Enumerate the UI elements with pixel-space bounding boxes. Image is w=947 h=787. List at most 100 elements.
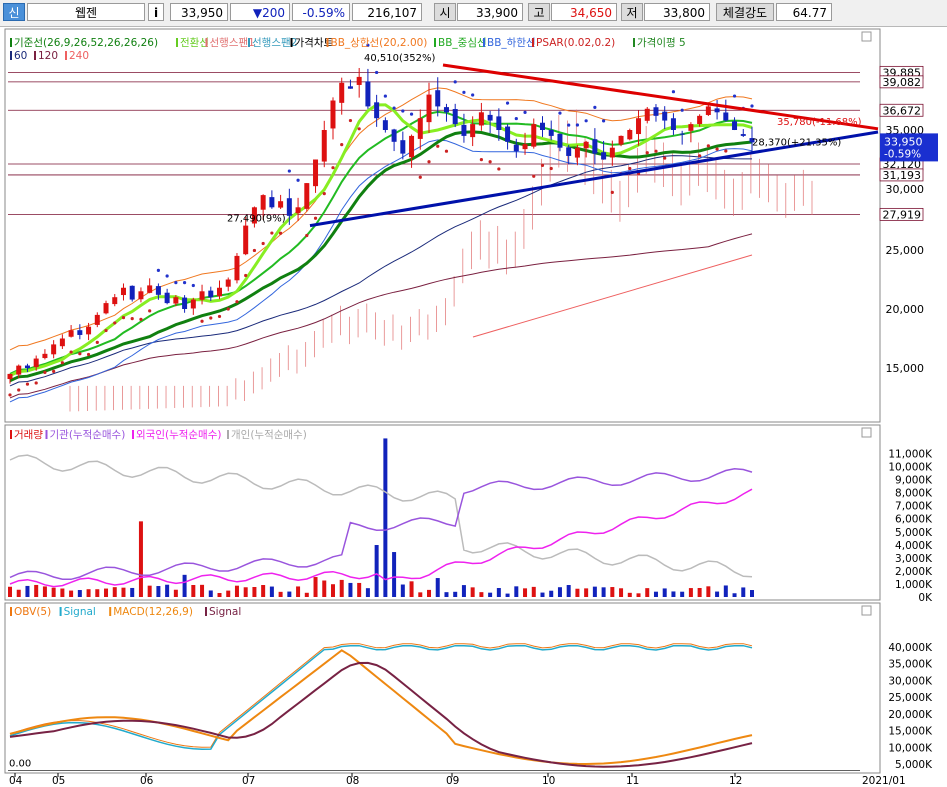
legend-marker	[434, 38, 436, 47]
psar-dot	[549, 166, 553, 171]
psar-dot	[532, 174, 536, 178]
candle-body	[147, 285, 153, 293]
volume-tick-label: 11,000K	[888, 449, 933, 461]
psar-dot	[191, 283, 195, 288]
psar-dot	[17, 388, 21, 392]
volume-bar	[750, 590, 754, 597]
candle-body	[68, 330, 74, 337]
volume-bar	[269, 586, 274, 597]
volume-bar	[261, 585, 266, 597]
price-tag-label: 39,082	[883, 76, 922, 89]
candle-body	[286, 198, 292, 216]
psar-dot	[8, 393, 12, 397]
psar-dot	[43, 370, 47, 375]
psar-dot	[270, 231, 274, 235]
indicator-panel-button[interactable]	[861, 605, 872, 616]
candle-body	[7, 373, 13, 380]
volume-bar	[619, 588, 624, 597]
volume-bar	[165, 584, 170, 597]
volume-bar	[173, 589, 178, 597]
current-price-pct: -0.59%	[884, 148, 921, 160]
legend-item-1: 전환선	[180, 37, 209, 49]
indicator-panel	[4, 602, 881, 774]
volume-bar	[531, 586, 536, 597]
volume-axis: 11,000K10,000K9,000K8,000K7,000K6,000K5,…	[888, 449, 933, 604]
psar-dot	[732, 94, 737, 98]
volume-tick-label: 7,000K	[895, 501, 933, 513]
candle-body	[321, 130, 327, 162]
volume-bar	[287, 591, 292, 597]
psar-dot	[427, 160, 431, 164]
indicator-legend-item-2: MACD(12,26,9)	[113, 606, 193, 618]
open-price: 33,900	[457, 3, 523, 21]
candle-body	[557, 133, 563, 148]
volume-bar	[104, 588, 109, 597]
price-tag-label: 36,672	[883, 104, 922, 117]
volume-legend-item-1: 기관(누적순매수)	[50, 429, 126, 441]
psar-dot	[113, 321, 117, 325]
price-tag-label: 31,193	[883, 169, 922, 182]
candle-body	[443, 107, 449, 113]
psar-dot	[313, 216, 318, 220]
volume-panel-button[interactable]	[861, 427, 872, 438]
candle-body	[295, 207, 301, 214]
candle-body	[94, 314, 100, 325]
volume-bar	[313, 577, 318, 597]
candle-body	[365, 81, 371, 107]
indicator-legend-item-1: Signal	[64, 606, 96, 618]
psar-dot	[444, 149, 449, 153]
psar-dot	[698, 154, 702, 158]
psar-dot	[602, 119, 606, 123]
candle-body	[347, 86, 353, 89]
candle-body	[662, 111, 668, 121]
x-tick-label: 12	[729, 775, 742, 787]
candle-body	[356, 76, 362, 85]
strength-label: 체결강도	[716, 3, 774, 21]
info-icon[interactable]: i	[148, 3, 164, 21]
psar-dot	[78, 352, 82, 356]
candle-body	[714, 108, 720, 113]
y-tick-label: 30,000	[886, 183, 925, 196]
legend-item-5: BB_상한선(20,2.00)	[331, 37, 428, 49]
psar-dot	[348, 118, 353, 123]
stock-name-field[interactable]: 웹젠	[27, 3, 145, 21]
candle-body	[24, 365, 30, 368]
candle-body	[618, 135, 624, 145]
psar-dot	[25, 382, 30, 386]
volume-bar	[191, 584, 196, 597]
min-annotation: 27,490(9%)	[227, 214, 286, 225]
support-annotation: 28,370(+21.35%)	[752, 138, 841, 149]
legend-marker	[532, 38, 534, 47]
candle-body	[461, 124, 467, 136]
candle-body	[260, 195, 266, 210]
psar-dot	[244, 273, 248, 278]
volume-bar	[374, 545, 379, 597]
indicator-tick-label: 30,000K	[888, 675, 933, 687]
legend-marker	[248, 38, 250, 47]
y-tick-label: 15,000	[886, 362, 925, 375]
candle-body	[592, 139, 598, 154]
candle-body	[478, 112, 484, 126]
candle-body	[609, 147, 615, 158]
volume-legend-item-3: 개인(누적순매수)	[231, 429, 307, 441]
candle-body	[86, 326, 92, 335]
volume-bar	[357, 582, 362, 597]
psar-dot	[217, 314, 222, 319]
candle-body	[740, 134, 746, 136]
volume-tick-label: 3,000K	[895, 553, 933, 565]
candle-body	[400, 140, 406, 154]
psar-dot	[121, 316, 126, 320]
legend-marker	[176, 38, 178, 47]
psar-dot	[436, 144, 440, 148]
volume-bar	[8, 586, 12, 597]
price-panel-button[interactable]	[861, 31, 872, 42]
chart-window: 신 웹젠 i 33,950 ▼200 -0.59% 216,107 시 33,9…	[0, 0, 947, 787]
psar-dot	[628, 166, 632, 171]
volume-bar	[252, 587, 257, 597]
candle-body	[33, 358, 39, 368]
low-label: 저	[621, 3, 643, 21]
volume-bar	[278, 591, 283, 597]
stock-chart[interactable]: 40,510(352%) 27,490(9%) 35,780(-11.68%) 28,…	[0, 27, 947, 787]
legend-marker	[483, 38, 485, 47]
volume-bar	[461, 585, 466, 597]
